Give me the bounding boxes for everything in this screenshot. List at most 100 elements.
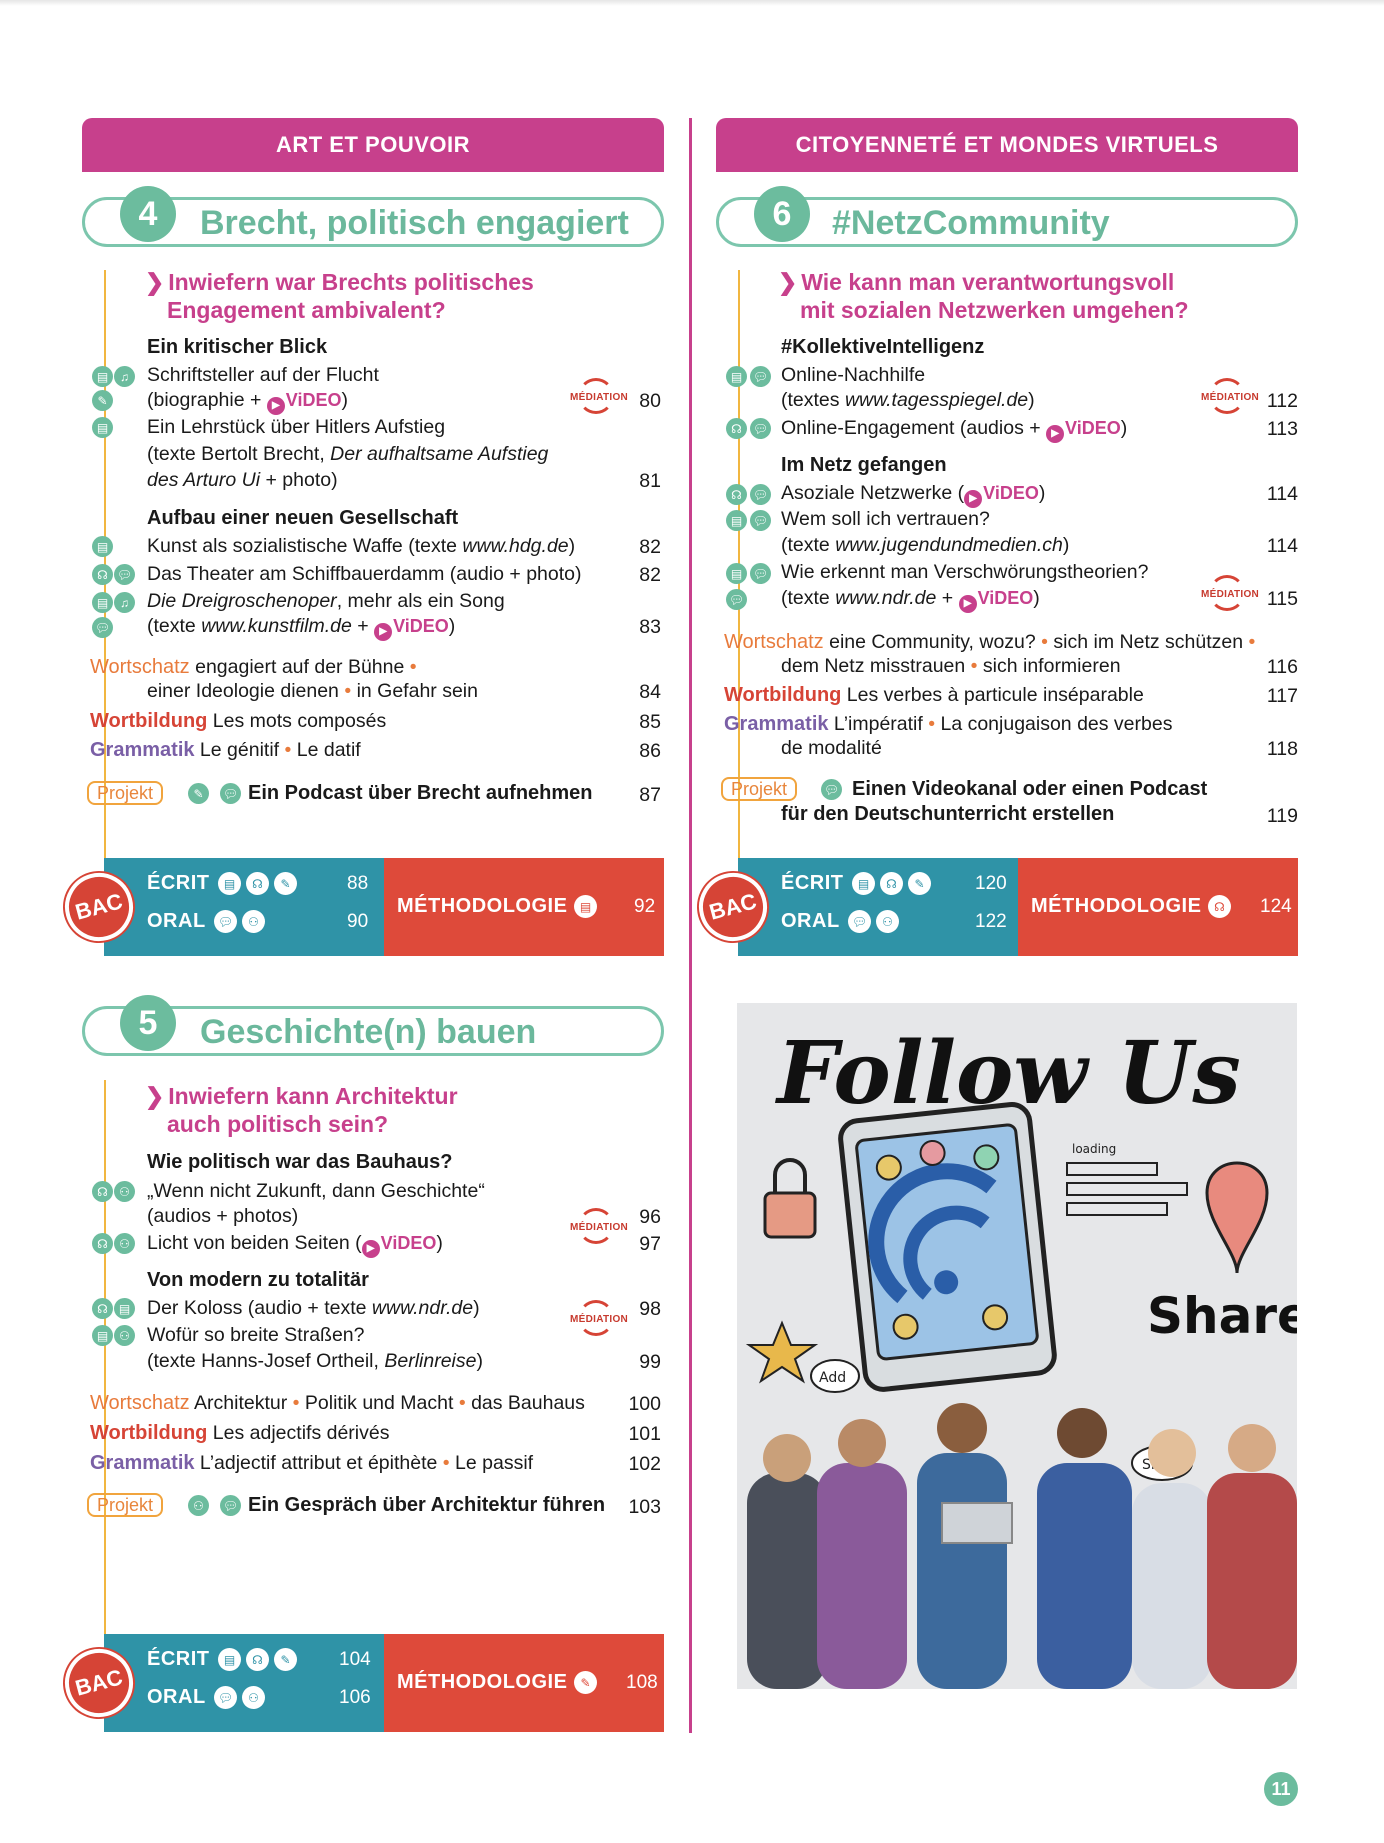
ecrit-label[interactable]: ÉCRIT [147,1648,210,1671]
page-ref[interactable]: 118 [1258,738,1298,761]
projekt-title[interactable]: Ein Podcast über Brecht aufnehmen [248,782,593,805]
video-badge: ▶ ViDEO [266,390,341,415]
chapter-6-header[interactable]: 6 #NetzCommunity [716,186,1298,247]
projekt-title[interactable]: Einen Videokanal oder einen Podcast [852,778,1207,801]
page-ref[interactable]: 119 [1258,805,1298,828]
bac-bar: ÉCRIT ▤ ☊ ✎ 104 ORAL 💬︎ ⚇ 106 MÉTHODOLOG… [104,1634,664,1732]
toc-entry-detail: (texte www.jugendundmedien.ch) [781,534,1070,556]
headphones-icon: ☊ [92,1233,113,1254]
toc-entry[interactable]: Wie erkennt man Verschwörungstheorien? [781,561,1148,584]
page-ref[interactable]: 108 [626,1672,658,1694]
bac-bar: ÉCRIT ▤ ☊ ✎ 120 ORAL 💬︎ ⚇ 122 MÉTHODOLOG… [738,858,1298,956]
toc-entry-detail: (audios + photos) [147,1205,299,1227]
page-ref[interactable]: 88 [347,873,368,895]
oral-label[interactable]: ORAL [147,910,206,933]
theme-tab-art-et-pouvoir: ART ET POUVOIR [82,118,664,172]
toc-entry[interactable]: Wofür so breite Straßen? [147,1324,365,1347]
svg-text:loading: loading [1072,1142,1116,1156]
grammatik-entry[interactable]: Grammatik L’impératif • La conjugaison d… [724,713,1172,736]
page-ref[interactable]: 80 [621,390,661,413]
page-ref[interactable]: 99 [621,1351,661,1374]
toc-entry[interactable]: Schriftsteller auf der Flucht [147,364,379,387]
wortbildung-entry[interactable]: Wortbildung Les adjectifs dérivés [90,1422,389,1445]
page-ref[interactable]: 112 [1258,390,1298,413]
grammatik-entry[interactable]: Grammatik Le génitif • Le datif [90,739,361,762]
chapter-number: 5 [120,995,176,1051]
projekt-title[interactable]: Ein Gespräch über Architektur führen [248,1494,605,1517]
page-ref[interactable]: 120 [975,873,1007,895]
video-badge: ▶ ViDEO [361,1233,436,1258]
toc-entry[interactable]: Wem soll ich vertrauen? [781,508,990,531]
page-ref[interactable]: 85 [621,711,661,734]
grammatik-entry[interactable]: Grammatik L’adjectif attribut et épithèt… [90,1452,533,1475]
pencil-icon: ✎ [908,872,931,895]
oral-label[interactable]: ORAL [781,910,840,933]
wortbildung-entry[interactable]: Wortbildung Les mots composés [90,710,386,733]
play-icon: ▶ [361,1240,380,1258]
toc-entry[interactable]: Online-Nachhilfe [781,364,925,387]
page-ref[interactable]: 101 [621,1423,661,1446]
page-ref[interactable]: 96 [621,1206,661,1229]
toc-entry[interactable]: Online-Engagement (audios + ▶ ViDEO) [781,417,1127,443]
section-title: Ein kritischer Blick [147,336,328,358]
page-ref[interactable]: 104 [339,1649,371,1671]
page-ref[interactable]: 82 [621,564,661,587]
toc-entry[interactable]: Kunst als sozialistische Waffe (texte ww… [147,535,575,558]
follow-us-photo: Follow Us loading Share Add [737,1003,1297,1689]
book-icon: ▤ [92,536,113,557]
wortschatz-entry[interactable]: Wortschatz engagiert auf der Bühne • [90,656,417,679]
headphones-icon: ☊ [92,1181,113,1202]
svg-text:Add: Add [819,1370,846,1386]
page-ref[interactable]: 106 [339,1687,371,1709]
page-ref[interactable]: 124 [1260,896,1292,918]
toc-entry[interactable]: Das Theater am Schiffbauerdamm (audio + … [147,563,582,586]
svg-text:Share: Share [1147,1287,1297,1345]
page-ref[interactable]: 115 [1258,588,1298,611]
projekt-tag: Projekt [721,777,798,801]
toc-entry[interactable]: Asoziale Netzwerke (▶ ViDEO) [781,482,1045,508]
page-ref[interactable]: 86 [621,740,661,763]
toc-entry[interactable]: Die Dreigroschenoper, mehr als ein Song [147,590,505,613]
pencil-icon: ✎ [274,872,297,895]
page-ref[interactable]: 98 [621,1298,661,1321]
ecrit-label[interactable]: ÉCRIT [147,872,210,895]
chapter-5-header[interactable]: 5 Geschichte(n) bauen [82,995,664,1056]
wortschatz-entry[interactable]: Wortschatz Architektur • Politik und Mac… [90,1392,585,1415]
methodologie-label[interactable]: MÉTHODOLOGIE [397,1671,567,1694]
wortschatz-entry[interactable]: Wortschatz eine Community, wozu? • sich … [724,631,1255,654]
chapter-question: ❯ Inwiefern war Brechts politisches Engag… [145,269,534,323]
page-ref[interactable]: 114 [1258,483,1298,506]
page-ref[interactable]: 87 [621,784,661,807]
toc-entry[interactable]: „Wenn nicht Zukunft, dann Geschichte“ [147,1180,485,1203]
projekt-title-cont[interactable]: für den Deutschunterricht erstellen [781,803,1114,826]
chapter-question: ❯ Wie kann man verantwortungsvoll mit soz… [778,269,1189,323]
ecrit-label[interactable]: ÉCRIT [781,872,844,895]
page-ref[interactable]: 103 [621,1496,661,1519]
page-ref[interactable]: 90 [347,911,368,933]
page-ref[interactable]: 117 [1258,685,1298,708]
page-ref[interactable]: 122 [975,911,1007,933]
chapter-4-header[interactable]: 4 Brecht, politisch engagiert [82,186,664,247]
page-ref[interactable]: 113 [1258,418,1298,441]
page-ref[interactable]: 116 [1258,656,1298,679]
section-title: Wie politisch war das Bauhaus? [147,1151,453,1173]
mediation-icon: MÉDIATION [1201,378,1259,422]
methodologie-label[interactable]: MÉTHODOLOGIE [397,895,567,918]
toc-entry[interactable]: Ein Lehrstück über Hitlers Aufstieg [147,416,445,439]
book-icon: ▤ [92,1325,113,1346]
oral-label[interactable]: ORAL [147,1686,206,1709]
page-ref[interactable]: 97 [621,1233,661,1256]
page-ref[interactable]: 102 [621,1453,661,1476]
page-ref[interactable]: 82 [621,536,661,559]
toc-entry[interactable]: Der Koloss (audio + texte www.ndr.de) [147,1297,480,1320]
toc-entry[interactable]: Licht von beiden Seiten (▶ ViDEO) [147,1232,443,1258]
chevron-right-icon: ❯ [145,1083,165,1109]
methodologie-label[interactable]: MÉTHODOLOGIE [1031,895,1201,918]
page-ref[interactable]: 83 [621,616,661,639]
wortbildung-entry[interactable]: Wortbildung Les verbes à particule insép… [724,684,1144,707]
page-ref[interactable]: 100 [621,1393,661,1416]
page-ref[interactable]: 84 [621,681,661,704]
page-ref[interactable]: 114 [1258,535,1298,558]
page-ref[interactable]: 92 [634,896,655,918]
page-ref[interactable]: 81 [621,470,661,493]
